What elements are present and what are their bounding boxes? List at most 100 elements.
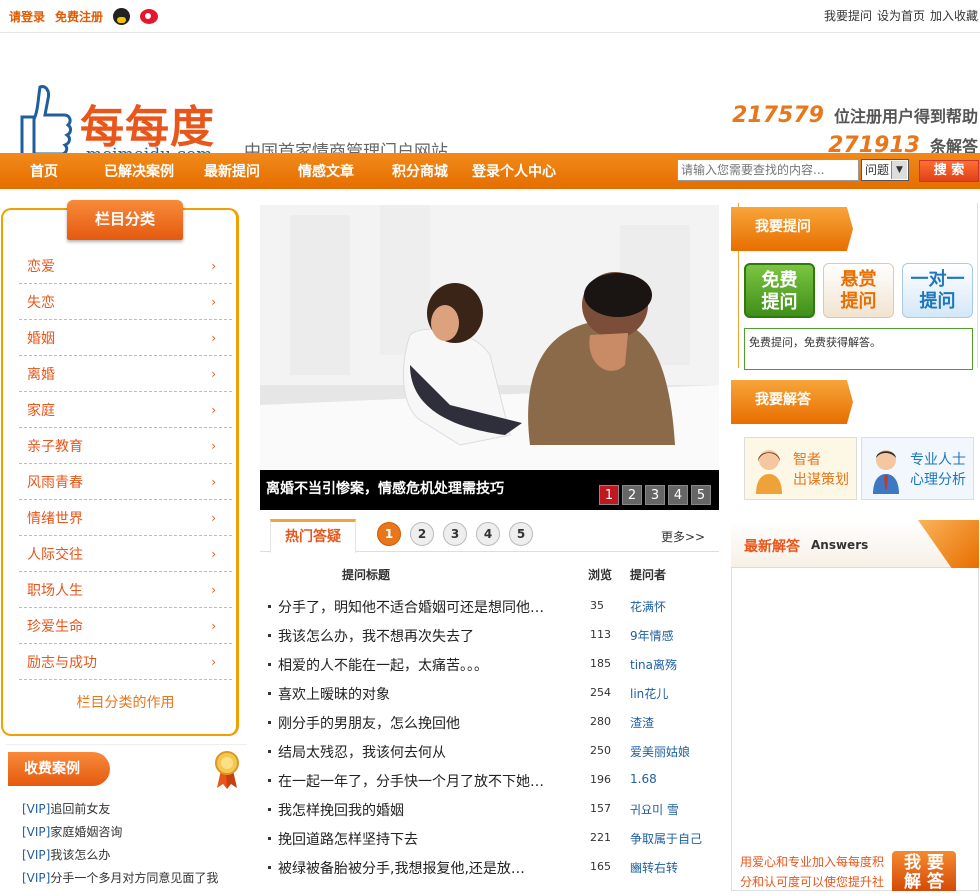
qq-icon[interactable]: [113, 8, 131, 25]
category-item[interactable]: 励志与成功 ›: [19, 644, 232, 680]
one-on-one-ask-line2: 提问: [919, 291, 956, 312]
nav-item-shop[interactable]: 积分商城: [392, 161, 448, 181]
top-link-homepage[interactable]: 设为首页: [877, 7, 925, 24]
i-want-to-answer-button[interactable]: 我 要解 答: [892, 851, 956, 892]
paid-case-text: 家庭婚姻咨询: [50, 825, 123, 839]
category-item[interactable]: 恋爱 ›: [19, 248, 232, 284]
asker-link[interactable]: lin花儿: [630, 685, 668, 702]
login-link[interactable]: 请登录: [9, 8, 45, 25]
asker-link[interactable]: 9年情感: [630, 627, 674, 644]
nav-item-home[interactable]: 首页: [30, 161, 58, 181]
nav-item-user-center[interactable]: 登录个人中心: [472, 161, 556, 181]
question-title-link[interactable]: 喜欢上暧昧的对象: [268, 684, 553, 704]
category-item[interactable]: 亲子教育 ›: [19, 428, 232, 464]
asker-link[interactable]: tina离殇: [630, 656, 677, 673]
category-item[interactable]: 婚姻 ›: [19, 320, 232, 356]
asker-link[interactable]: 爱美丽姑娘: [630, 743, 690, 760]
answer-card-line1: 专业人士: [910, 452, 966, 468]
asker-link[interactable]: 豳转右转: [630, 859, 678, 876]
category-item[interactable]: 家庭 ›: [19, 392, 232, 428]
free-ask-line2: 提问: [761, 292, 798, 313]
ask-note: 免费提问，免费获得解答。: [744, 328, 973, 370]
category-item[interactable]: 情绪世界 ›: [19, 500, 232, 536]
paid-case-item[interactable]: [VIP]追回前女友: [22, 800, 218, 823]
vip-tag: [VIP]: [22, 802, 51, 816]
weibo-icon[interactable]: [140, 9, 159, 24]
category-item[interactable]: 离婚 ›: [19, 356, 232, 392]
hot-page-4[interactable]: 4: [476, 522, 500, 546]
question-title-link[interactable]: 挽回道路怎样坚持下去: [268, 829, 553, 849]
question-title-link[interactable]: 被绿被备胎被分手,我想报复他,还是放…: [268, 858, 553, 878]
answer-card-line2: 出谋策划: [793, 472, 849, 488]
category-label: 家庭: [27, 402, 55, 419]
paid-case-item[interactable]: [VIP]我该怎么办: [22, 846, 218, 869]
asker-link[interactable]: 귀요미 雪: [630, 801, 679, 818]
category-item[interactable]: 人际交往 ›: [19, 536, 232, 572]
nav-item-solved[interactable]: 已解决案例: [104, 161, 174, 181]
question-title-link[interactable]: 分手了，明知他不适合婚姻可还是想同他…: [268, 597, 553, 617]
top-link-favorite[interactable]: 加入收藏: [930, 7, 978, 24]
vip-tag: [VIP]: [22, 848, 51, 862]
register-link[interactable]: 免费注册: [55, 8, 103, 25]
view-count: 165: [590, 860, 611, 873]
category-purpose-link[interactable]: 栏目分类的作用: [19, 692, 232, 712]
paid-case-item[interactable]: [VIP]家庭婚姻咨询: [22, 823, 218, 846]
more-link[interactable]: 更多>>: [661, 528, 705, 545]
latest-answers-panel: [731, 520, 979, 891]
banner-page-5[interactable]: 5: [691, 485, 711, 505]
table-row: 相爱的人不能在一起，太痛苦。。。 185 tina离殇: [268, 655, 718, 684]
answer-panel-title: 我要解答: [731, 380, 853, 424]
free-ask-line1: 免费: [761, 270, 798, 291]
free-ask-button[interactable]: 免费 提问: [744, 263, 815, 318]
search-input[interactable]: [677, 159, 859, 181]
hot-page-3[interactable]: 3: [443, 522, 467, 546]
stat-users-number: 217579: [732, 103, 824, 128]
answer-card-strategist[interactable]: 智者 出谋策划: [744, 437, 857, 500]
answer-card-professional[interactable]: 专业人士 心理分析: [861, 437, 974, 500]
question-title-link[interactable]: 相爱的人不能在一起，太痛苦。。。: [268, 655, 553, 675]
question-title-link[interactable]: 我怎样挽回我的婚姻: [268, 800, 553, 820]
banner-page-4[interactable]: 4: [668, 485, 688, 505]
category-item[interactable]: 职场人生 ›: [19, 572, 232, 608]
category-item[interactable]: 失恋 ›: [19, 284, 232, 320]
question-title-link[interactable]: 在一起一年了，分手快一个月了放不下她…: [268, 771, 553, 791]
banner-page-3[interactable]: 3: [645, 485, 665, 505]
latest-answers-title: 最新解答: [744, 539, 800, 555]
hot-page-5[interactable]: 5: [509, 522, 533, 546]
banner-page-2[interactable]: 2: [622, 485, 642, 505]
question-title-link[interactable]: 刚分手的男朋友，怎么挽回他: [268, 713, 553, 733]
asker-link[interactable]: 1.68: [630, 772, 657, 786]
category-item[interactable]: 风雨青春 ›: [19, 464, 232, 500]
category-label: 婚姻: [27, 330, 55, 347]
tab-hot-questions[interactable]: 热门答疑: [270, 519, 356, 553]
category-label: 亲子教育: [27, 438, 83, 455]
banner-page-1[interactable]: 1: [599, 485, 619, 505]
reward-ask-line1: 悬赏: [840, 269, 877, 290]
view-count: 280: [590, 715, 611, 728]
paid-case-item[interactable]: [VIP]分手一个多月对方同意见面了我: [22, 869, 218, 892]
one-on-one-ask-button[interactable]: 一对一 提问: [902, 263, 973, 318]
column-header-asker: 提问者: [630, 568, 667, 582]
latest-answers-subtitle: Answers: [811, 538, 869, 552]
reward-ask-button[interactable]: 悬赏 提问: [823, 263, 894, 318]
table-row: 在一起一年了，分手快一个月了放不下她… 196 1.68: [268, 771, 718, 800]
nav-item-articles[interactable]: 情感文章: [298, 161, 354, 181]
asker-link[interactable]: 渣渣: [630, 714, 654, 731]
answer-card-text: 智者 出谋策划: [793, 450, 849, 490]
search-button[interactable]: 搜 索: [919, 160, 979, 182]
search-type-select[interactable]: 问题 ▼: [861, 159, 909, 181]
category-item[interactable]: 珍爱生命 ›: [19, 608, 232, 644]
question-title-link[interactable]: 我该怎么办，我不想再次失去了: [268, 626, 553, 646]
question-title-link[interactable]: 结局太残忍，我该何去何从: [268, 742, 553, 762]
feature-banner[interactable]: 离婚不当引惨案，情感危机处理需技巧 1 2 3 4 5: [260, 205, 719, 510]
hot-page-1[interactable]: 1: [377, 522, 401, 546]
stat-users-label: 位注册用户得到帮助: [833, 107, 978, 126]
view-count: 221: [590, 831, 611, 844]
asker-link[interactable]: 争取属于自己: [630, 830, 702, 847]
hot-page-2[interactable]: 2: [410, 522, 434, 546]
column-header-title: 提问标题: [342, 568, 391, 582]
asker-link[interactable]: 花满怀: [630, 598, 666, 615]
top-link-ask[interactable]: 我要提问: [824, 7, 872, 24]
female-person-icon: [756, 450, 782, 494]
nav-item-latest[interactable]: 最新提问: [204, 161, 260, 181]
